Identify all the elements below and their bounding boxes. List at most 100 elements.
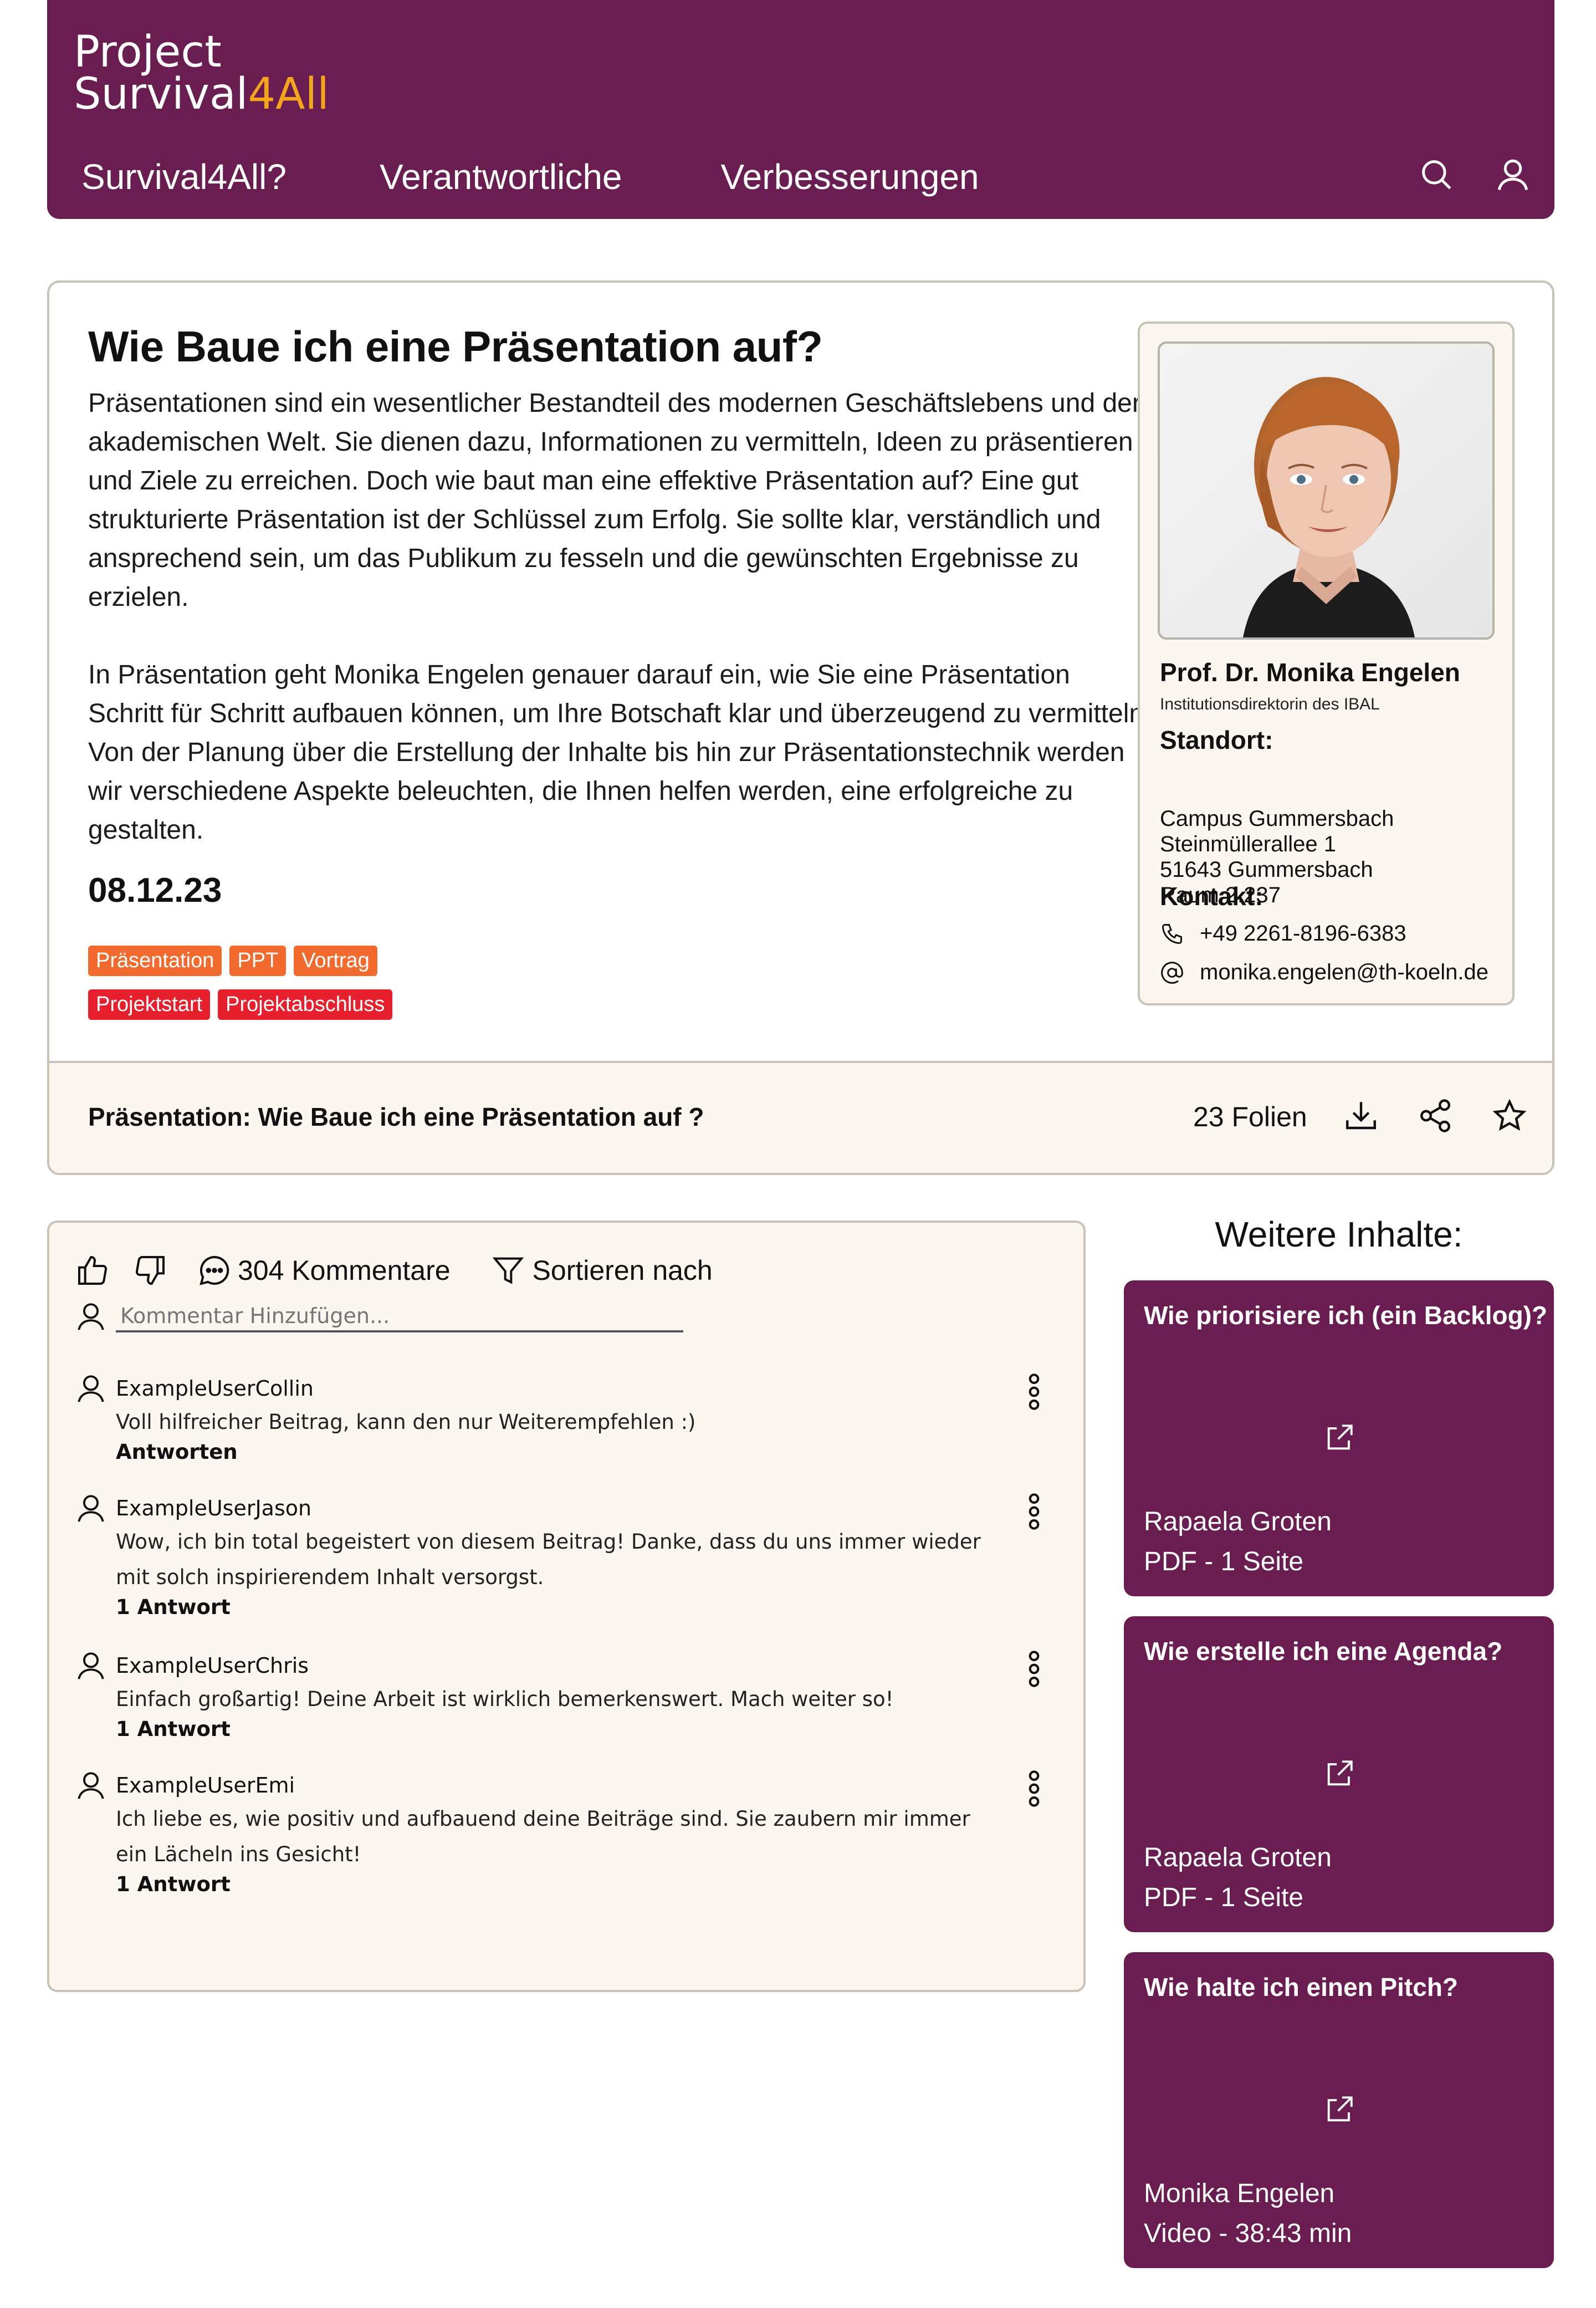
comment-username[interactable]: ExampleUserChris — [116, 1653, 309, 1678]
more-options-icon[interactable] — [1026, 1650, 1042, 1688]
nav-item-survival4all[interactable]: Survival4All? — [81, 156, 287, 197]
article-title: Wie Baue ich eine Präsentation auf? — [88, 322, 823, 371]
tag-ppt[interactable]: PPT — [229, 946, 287, 976]
address-line: Steinmüllerallee 1 — [1160, 832, 1336, 856]
related-content-heading: Weitere Inhalte: — [1215, 1214, 1463, 1254]
comment-username[interactable]: ExampleUserEmi — [116, 1773, 295, 1798]
article-paragraph-1: Präsentationen sind ein wesentlicher Bes… — [88, 389, 1141, 612]
nav-item-verbesserungen[interactable]: Verbesserungen — [721, 156, 979, 197]
address-line: Campus Gummersbach — [1160, 806, 1394, 831]
user-icon[interactable] — [1495, 156, 1531, 193]
site-header: Project Survival4All Survival4All? Veran… — [47, 0, 1554, 219]
related-card-author: Monika Engelen — [1144, 2179, 1335, 2208]
author-role: Institutionsdirektorin des IBAL — [1160, 695, 1380, 713]
related-card-title: Wie priorisiere ich (ein Backlog)? — [1144, 1301, 1548, 1330]
filter-icon[interactable] — [490, 1253, 526, 1288]
tag-row: Präsentation PPT Vortrag — [88, 946, 392, 976]
more-options-icon[interactable] — [1026, 1492, 1042, 1531]
user-icon — [75, 1372, 107, 1405]
comment-text: Einfach großartig! Deine Arbeit ist wirk… — [116, 1687, 894, 1711]
sort-button[interactable]: Sortieren nach — [533, 1254, 713, 1286]
tag-vortrag[interactable]: Vortrag — [294, 946, 377, 976]
replies-link[interactable]: 1 Antwort — [116, 1595, 1072, 1619]
external-link-icon — [1323, 1758, 1355, 1790]
comment-header: ExampleUserChris — [75, 1650, 1072, 1682]
more-options-icon[interactable] — [1026, 1372, 1042, 1411]
email-contact[interactable]: monika.engelen@th-koeln.de — [1160, 960, 1488, 985]
replies-link[interactable]: 1 Antwort — [116, 1717, 1072, 1741]
user-icon — [75, 1769, 107, 1801]
reply-button[interactable]: Antworten — [116, 1440, 1072, 1464]
file-bar: Präsentation: Wie Baue ich eine Präsenta… — [49, 1061, 1552, 1173]
presentation-card: Wie Baue ich eine Präsentation auf? Präs… — [47, 280, 1554, 1175]
related-card-agenda[interactable]: Wie erstelle ich eine Agenda? Rapaela Gr… — [1124, 1616, 1554, 1932]
comment-header: ExampleUserJason — [75, 1492, 1072, 1524]
comment-item: ExampleUserChris Einfach großartig! Dein… — [75, 1650, 1072, 1741]
logo-line1: Project — [74, 27, 222, 77]
slide-count: 23 Folien — [1193, 1101, 1307, 1132]
comment-text: Ich liebe es, wie positiv und aufbauend … — [116, 1807, 970, 1866]
comment-header: ExampleUserEmi — [75, 1769, 1072, 1801]
phone-icon — [1160, 922, 1184, 946]
author-name: Prof. Dr. Monika Engelen — [1160, 658, 1460, 687]
phone-number: +49 2261-8196-6383 — [1200, 921, 1406, 946]
comment-header: ExampleUserCollin — [75, 1372, 1072, 1405]
comment-username[interactable]: ExampleUserCollin — [116, 1376, 314, 1401]
comment-text: Voll hilfreicher Beitrag, kann den nur W… — [116, 1410, 696, 1434]
tag-row: Projektstart Projektabschluss — [88, 989, 393, 1020]
at-icon — [1160, 961, 1184, 985]
logo-main: Survival — [74, 69, 248, 119]
tag-projektstart[interactable]: Projektstart — [88, 989, 211, 1020]
author-profile: Prof. Dr. Monika Engelen Institutionsdir… — [1138, 321, 1515, 1005]
comment-input[interactable] — [116, 1301, 683, 1332]
phone-contact[interactable]: +49 2261-8196-6383 — [1160, 921, 1406, 946]
related-card-title: Wie erstelle ich eine Agenda? — [1144, 1637, 1503, 1666]
author-portrait — [1158, 341, 1495, 640]
related-card-author: Rapaela Groten — [1144, 1843, 1332, 1872]
external-link-icon — [1323, 2093, 1355, 2126]
main-nav: Survival4All? Verantwortliche Verbesseru… — [81, 156, 979, 197]
email-address: monika.engelen@th-koeln.de — [1200, 960, 1488, 984]
logo-accent: 4All — [248, 69, 329, 119]
thumbs-down-icon[interactable] — [132, 1253, 168, 1288]
related-card-pitch[interactable]: Wie halte ich einen Pitch? Monika Engele… — [1124, 1952, 1554, 2268]
share-icon[interactable] — [1417, 1097, 1454, 1134]
article-paragraph-2: In Präsentation geht Monika Engelen gena… — [88, 660, 1152, 845]
comment-item: ExampleUserJason Wow, ich bin total bege… — [75, 1492, 1072, 1619]
related-card-backlog[interactable]: Wie priorisiere ich (ein Backlog)? Rapae… — [1124, 1280, 1554, 1596]
user-icon — [75, 1492, 107, 1524]
comment-icon[interactable] — [197, 1253, 232, 1288]
more-options-icon[interactable] — [1026, 1769, 1042, 1808]
comment-username[interactable]: ExampleUserJason — [116, 1496, 311, 1520]
nav-item-verantwortliche[interactable]: Verantwortliche — [380, 156, 622, 197]
thumbs-up-icon[interactable] — [75, 1253, 110, 1288]
article-date: 08.12.23 — [88, 871, 222, 910]
tag-projektabschluss[interactable]: Projektabschluss — [218, 989, 393, 1020]
external-link-icon — [1323, 1422, 1355, 1454]
location-heading: Standort: — [1160, 726, 1273, 754]
comments-panel: 304 Kommentare Sortieren nach ExampleUse… — [47, 1221, 1086, 1992]
contact-heading: Kontakt: — [1160, 882, 1264, 911]
related-card-author: Rapaela Groten — [1144, 1507, 1332, 1536]
comment-input-row — [75, 1300, 683, 1332]
replies-link[interactable]: 1 Antwort — [116, 1872, 1072, 1896]
comment-item: ExampleUserCollin Voll hilfreicher Beitr… — [75, 1372, 1072, 1464]
user-icon — [75, 1300, 107, 1332]
comment-item: ExampleUserEmi Ich liebe es, wie positiv… — [75, 1769, 1072, 1896]
related-card-meta: PDF - 1 Seite — [1144, 1547, 1304, 1576]
logo-line2: Survival4All — [74, 73, 329, 116]
search-icon[interactable] — [1418, 156, 1455, 193]
tag-praesentation[interactable]: Präsentation — [88, 946, 222, 976]
related-card-title: Wie halte ich einen Pitch? — [1144, 1973, 1459, 2001]
article: Wie Baue ich eine Präsentation auf? Präs… — [88, 321, 1152, 910]
tag-list: Präsentation PPT Vortrag Projektstart Pr… — [88, 946, 393, 1033]
download-icon[interactable] — [1343, 1097, 1379, 1134]
star-icon[interactable] — [1491, 1097, 1528, 1134]
related-card-meta: Video - 38:43 min — [1144, 2219, 1352, 2248]
comment-text: Wow, ich bin total begeistert von diesem… — [116, 1530, 981, 1589]
file-title: Präsentation: Wie Baue ich eine Präsenta… — [88, 1102, 704, 1131]
site-logo[interactable]: Project Survival4All — [74, 27, 329, 116]
comments-toolbar: 304 Kommentare Sortieren nach — [75, 1253, 713, 1288]
related-card-meta: PDF - 1 Seite — [1144, 1883, 1304, 1912]
user-icon — [75, 1650, 107, 1682]
